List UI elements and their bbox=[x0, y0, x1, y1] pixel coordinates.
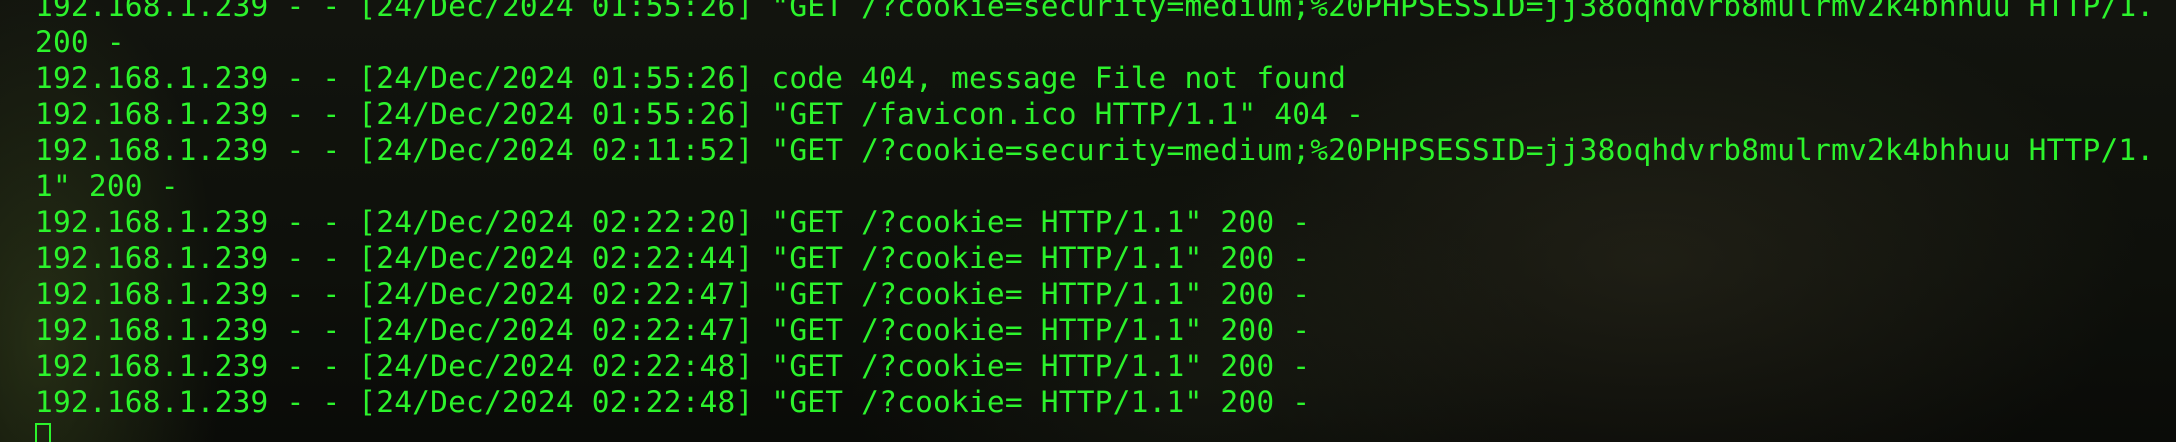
log-line: 192.168.1.239 - - [24/Dec/2024 02:22:44]… bbox=[35, 241, 1311, 275]
log-line: 192.168.1.239 - - [24/Dec/2024 02:22:20]… bbox=[35, 205, 1311, 239]
log-line-continuation: 1" 200 - bbox=[35, 169, 179, 203]
log-line: 192.168.1.239 - - [24/Dec/2024 02:22:48]… bbox=[35, 385, 1311, 419]
log-line: 192.168.1.239 - - [24/Dec/2024 02:22:48]… bbox=[35, 349, 1311, 383]
log-line: 192.168.1.239 - - [24/Dec/2024 01:55:26]… bbox=[35, 61, 1347, 95]
log-line: 192.168.1.239 - - [24/Dec/2024 02:22:47]… bbox=[35, 277, 1311, 311]
terminal-window[interactable]: 192.168.1.239 - - [24/Dec/2024 01:55:26]… bbox=[0, 0, 2176, 442]
log-line-continuation: 200 - bbox=[35, 25, 125, 59]
log-line-partial: 192.168.1.239 - - [24/Dec/2024 01:55:26]… bbox=[35, 0, 2155, 23]
terminal-output: 192.168.1.239 - - [24/Dec/2024 01:55:26]… bbox=[35, 0, 2176, 442]
terminal-cursor[interactable] bbox=[35, 423, 51, 442]
log-line: 192.168.1.239 - - [24/Dec/2024 01:55:26]… bbox=[35, 97, 1365, 131]
log-line: 192.168.1.239 - - [24/Dec/2024 02:22:47]… bbox=[35, 313, 1311, 347]
log-line: 192.168.1.239 - - [24/Dec/2024 02:11:52]… bbox=[35, 133, 2155, 167]
